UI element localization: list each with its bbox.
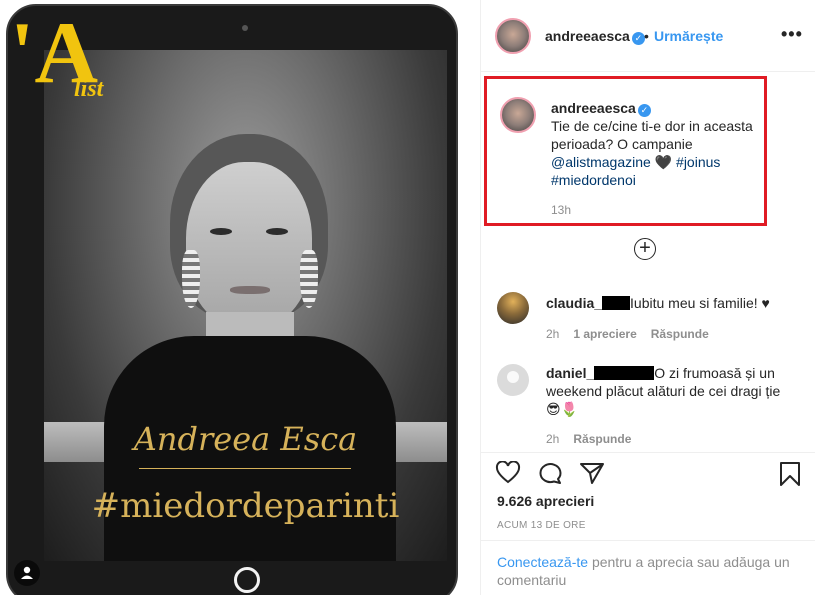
comment-body: Iubitu meu si familie! ♥ xyxy=(630,295,770,311)
commenter-avatar[interactable] xyxy=(497,292,529,324)
tablet-camera xyxy=(242,25,248,31)
author-username[interactable]: andreeaesca ✓ xyxy=(545,28,645,45)
post-side-panel: andreeaesca ✓ • Urmărește ••• andreeaesca… xyxy=(480,0,815,595)
comment-icon[interactable] xyxy=(537,461,563,490)
load-more-comments-button[interactable]: + xyxy=(634,238,656,260)
caption-text: Tie de ce/cine ti-e dor in aceasta perio… xyxy=(551,118,753,188)
gold-divider xyxy=(139,468,351,469)
comment-username[interactable]: claudia_ xyxy=(546,295,602,311)
caption-highlight-box: andreeaesca ✓ Tie de ce/cine ti-e dor in … xyxy=(484,76,767,226)
comment-username[interactable]: daniel_ xyxy=(546,365,594,381)
share-icon[interactable] xyxy=(579,461,605,490)
portrait-eye-left xyxy=(210,228,232,235)
portrait-face xyxy=(186,162,312,328)
reply-button[interactable]: Răspunde xyxy=(573,432,631,446)
comment-item: daniel_ O zi frumoasă și un weekend plăcu… xyxy=(546,364,796,418)
caption-author-avatar[interactable] xyxy=(500,97,536,133)
comment-time[interactable]: 2h xyxy=(546,327,559,341)
campaign-hashtag-title: #miedordeparinti xyxy=(91,486,400,526)
mention-link[interactable]: @alistmagazine xyxy=(551,154,651,170)
signature-text: Andreea Esca xyxy=(133,420,358,458)
more-options-icon[interactable]: ••• xyxy=(781,24,803,45)
verified-icon: ✓ xyxy=(637,104,651,117)
tablet-home-button xyxy=(234,567,260,593)
comment-likes[interactable]: 1 apreciere xyxy=(573,327,636,341)
post-timestamp[interactable]: ACUM 13 DE ORE xyxy=(497,520,586,531)
redaction-box xyxy=(594,366,655,380)
alist-logo-list: list xyxy=(74,76,104,102)
comment-meta: 2h 1 apreciere Răspunde xyxy=(546,327,709,341)
alist-logo: 'A list xyxy=(10,10,140,108)
follow-button[interactable]: Urmărește xyxy=(654,28,723,44)
caption-username[interactable]: andreeaesca ✓ xyxy=(551,100,651,117)
login-link[interactable]: Conectează-te xyxy=(497,554,588,570)
tablet-screen: Andreea Esca #miedordeparinti xyxy=(44,50,447,561)
hashtag-link[interactable]: #joinus xyxy=(676,154,720,170)
redaction-box xyxy=(602,296,631,310)
heart-icon[interactable] xyxy=(495,460,521,490)
likes-count[interactable]: 9.626 aprecieri xyxy=(497,493,594,509)
portrait-eye-right xyxy=(266,228,288,235)
action-bar xyxy=(481,452,815,492)
commenter-avatar-placeholder[interactable] xyxy=(497,364,529,396)
tagged-user-icon[interactable] xyxy=(14,560,40,586)
comment-meta: 2h Răspunde xyxy=(546,432,631,446)
caption-timestamp[interactable]: 13h xyxy=(551,203,571,217)
author-avatar[interactable] xyxy=(495,18,531,54)
verified-icon: ✓ xyxy=(631,32,645,45)
portrait-earring-right xyxy=(300,250,318,308)
separator-dot: • xyxy=(644,28,649,44)
comment-time[interactable]: 2h xyxy=(546,432,559,446)
login-prompt-text: Conectează-te pentru a aprecia sau adăug… xyxy=(497,554,790,588)
bookmark-icon[interactable] xyxy=(779,461,801,492)
reply-button[interactable]: Răspunde xyxy=(651,327,709,341)
portrait-earring-left xyxy=(182,250,200,308)
post-media[interactable]: Andreea Esca #miedordeparinti 'A list xyxy=(0,0,480,595)
portrait-lips xyxy=(230,286,270,294)
comment-item: claudia_ Iubitu meu si familie! ♥ xyxy=(546,294,796,312)
hashtag-link[interactable]: #miedordenoi xyxy=(551,172,636,188)
login-prompt: Conectează-te pentru a aprecia sau adăug… xyxy=(481,540,815,595)
post-header: andreeaesca ✓ • Urmărește ••• xyxy=(481,0,815,72)
